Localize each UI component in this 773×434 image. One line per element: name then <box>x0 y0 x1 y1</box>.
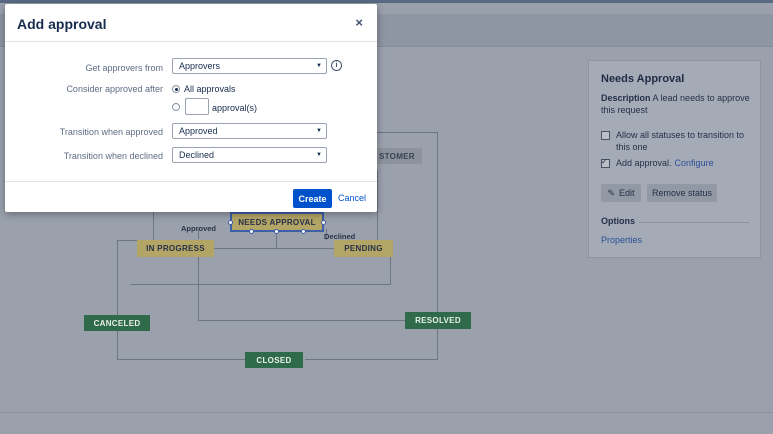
connector-line <box>276 232 277 248</box>
connector-line <box>117 240 118 315</box>
dialog-footer-divider <box>5 181 377 182</box>
status-label: PENDING <box>344 244 383 253</box>
connector-line <box>198 257 199 320</box>
chevron-down-icon: ▼ <box>316 152 322 158</box>
status-closed[interactable]: CLOSED <box>245 352 303 368</box>
connector-line <box>117 331 118 359</box>
connector-line <box>437 329 438 359</box>
edit-button[interactable]: ✎ Edit <box>601 184 641 202</box>
properties-link[interactable]: Properties <box>601 235 642 245</box>
configure-link[interactable]: Configure <box>675 157 714 169</box>
consider-approved-label: Consider approved after <box>66 84 163 94</box>
options-divider <box>639 222 749 223</box>
status-customer[interactable]: STOMER <box>377 148 422 164</box>
resize-handle[interactable] <box>321 220 326 225</box>
description-label: Description <box>601 93 651 103</box>
transition-approved-label: Transition when approved <box>59 127 163 137</box>
status-canceled[interactable]: CANCELED <box>84 315 150 331</box>
connector-line <box>214 248 334 249</box>
status-label: NEEDS APPROVAL <box>238 217 316 227</box>
panel-title: Needs Approval <box>601 73 685 85</box>
connector-line <box>153 212 154 240</box>
status-label: RESOLVED <box>415 316 461 325</box>
connector-line <box>305 359 438 360</box>
transition-approved-value: Approved <box>179 126 218 136</box>
connector-line <box>377 132 437 133</box>
allow-all-statuses-checkbox[interactable] <box>601 131 610 140</box>
status-in-progress[interactable]: IN PROGRESS <box>137 240 214 257</box>
close-icon[interactable]: × <box>355 15 363 30</box>
resize-handle[interactable] <box>249 229 254 234</box>
connector-line <box>117 359 245 360</box>
approvers-from-label: Get approvers from <box>85 63 163 73</box>
edit-button-label: Edit <box>619 188 635 198</box>
transition-declined-select[interactable]: Declined ▼ <box>172 147 327 163</box>
status-pending[interactable]: PENDING <box>334 240 393 257</box>
transition-label-declined: Declined <box>324 232 356 241</box>
connector-line <box>117 240 137 241</box>
status-label: CLOSED <box>256 355 292 365</box>
connector-line <box>198 320 405 321</box>
approvals-count-input[interactable] <box>185 98 209 115</box>
pencil-icon: ✎ <box>607 187 616 198</box>
add-approval-checkbox[interactable] <box>601 156 610 168</box>
transition-label-approved: Approved <box>181 224 217 233</box>
connector-line <box>377 170 378 240</box>
connector-line <box>390 257 391 285</box>
dialog-title: Add approval <box>17 16 107 32</box>
approvers-from-select[interactable]: Approvers ▼ <box>172 58 327 74</box>
transition-declined-label: Transition when declined <box>63 151 163 161</box>
remove-status-button[interactable]: Remove status <box>647 184 717 202</box>
transition-declined-value: Declined <box>179 150 215 160</box>
status-label: IN PROGRESS <box>146 244 205 253</box>
allow-all-statuses-row[interactable]: Allow all statuses to transition to this… <box>601 129 751 153</box>
chevron-down-icon: ▼ <box>316 63 322 69</box>
resize-handle[interactable] <box>301 229 306 234</box>
create-button[interactable]: Create <box>293 189 332 208</box>
status-label: STOMER <box>379 151 415 161</box>
status-properties-panel: Needs Approval Description A lead needs … <box>588 60 761 258</box>
cancel-link[interactable]: Cancel <box>338 193 366 203</box>
chevron-down-icon: ▼ <box>316 128 322 134</box>
status-resolved[interactable]: RESOLVED <box>405 312 471 329</box>
panel-description: Description A lead needs to approve this… <box>601 92 751 116</box>
footer-divider <box>0 412 773 413</box>
all-approvals-label: All approvals <box>184 84 236 94</box>
approvers-from-value: Approvers <box>179 61 221 71</box>
resize-handle[interactable] <box>228 220 233 225</box>
add-approval-label: Add approval. <box>616 158 672 168</box>
status-label: CANCELED <box>93 318 141 328</box>
dialog-header-divider <box>5 41 377 42</box>
approvals-count-radio[interactable] <box>172 103 180 111</box>
top-bar <box>0 0 773 3</box>
options-heading: Options <box>601 216 635 226</box>
remove-status-label: Remove status <box>651 188 713 198</box>
resize-handle[interactable] <box>274 229 279 234</box>
add-approval-row[interactable]: Add approval. Configure <box>601 156 714 169</box>
all-approvals-radio[interactable] <box>172 85 180 93</box>
info-icon[interactable]: i <box>331 60 342 71</box>
connector-line <box>437 132 438 312</box>
allow-all-statuses-label: Allow all statuses to transition to this… <box>616 130 745 152</box>
approvals-suffix-label: approval(s) <box>212 103 258 113</box>
transition-approved-select[interactable]: Approved ▼ <box>172 123 327 139</box>
add-approval-dialog: Add approval × Get approvers from Approv… <box>5 4 377 212</box>
connector-line <box>130 284 390 285</box>
